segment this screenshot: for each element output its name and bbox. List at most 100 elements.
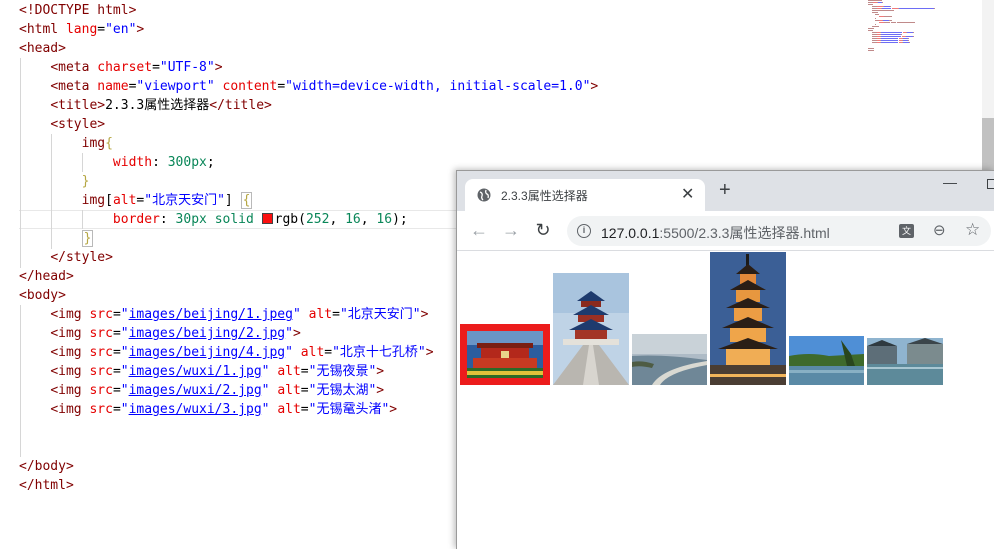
site-info-icon[interactable]: i bbox=[577, 224, 591, 238]
code-line[interactable]: border: 30px solid rgb(252, 16, 16); bbox=[19, 210, 408, 229]
reload-icon[interactable]: ↻ bbox=[531, 219, 555, 243]
code-line[interactable]: <title>2.3.3属性选择器</title> bbox=[19, 96, 272, 115]
code-token: "width=device-width, initial-scale=1.0" bbox=[285, 79, 591, 94]
minimap-stroke bbox=[899, 8, 934, 9]
code-token: 16 bbox=[376, 212, 393, 227]
code-token: " bbox=[120, 383, 129, 398]
code-line[interactable]: <body> bbox=[19, 286, 66, 305]
code-token: ] bbox=[224, 193, 241, 208]
minimap-stroke bbox=[868, 30, 873, 31]
code-token: > bbox=[376, 364, 385, 379]
code-line[interactable]: </html> bbox=[19, 476, 74, 495]
code-token: <html bbox=[19, 22, 66, 37]
code-line[interactable]: <img src="images/beijing/1.jpeg" alt="北京… bbox=[19, 305, 428, 324]
minimap-stroke bbox=[909, 42, 910, 43]
code-token: 252 bbox=[305, 212, 330, 227]
code-line[interactable]: img[alt="北京天安门"] { bbox=[19, 191, 253, 210]
code-line[interactable]: <meta name="viewport" content="width=dev… bbox=[19, 77, 598, 96]
code-token: = bbox=[112, 307, 121, 322]
forward-arrow-icon[interactable]: → bbox=[499, 219, 523, 243]
url-text[interactable]: 127.0.0.1:5500/2.3.3属性选择器.html bbox=[601, 223, 830, 243]
code-token: </body> bbox=[19, 459, 74, 474]
code-line[interactable]: <html lang="en"> bbox=[19, 20, 144, 39]
minimap[interactable] bbox=[866, 0, 982, 60]
code-line[interactable]: <img src="images/wuxi/1.jpg" alt="无锡夜景"> bbox=[19, 362, 384, 381]
code-token: 300px bbox=[167, 155, 207, 170]
zoom-out-icon[interactable]: ⊖ bbox=[933, 221, 946, 239]
code-line[interactable]: <meta charset="UTF-8"> bbox=[19, 58, 222, 77]
minimap-stroke bbox=[875, 18, 876, 19]
maximize-window-button[interactable] bbox=[987, 179, 994, 189]
code-token: alt bbox=[112, 193, 137, 208]
minimap-stroke bbox=[868, 50, 874, 51]
translate-icon[interactable]: 文 bbox=[899, 224, 914, 238]
minimap-stroke bbox=[872, 26, 879, 27]
code-token: <style> bbox=[50, 117, 106, 132]
code-line[interactable]: width: 300px; bbox=[19, 153, 215, 172]
code-token: = bbox=[300, 364, 309, 379]
temple-of-heaven-image bbox=[553, 273, 629, 385]
code-token: "北京天安门" bbox=[144, 193, 225, 208]
minimap-stroke bbox=[890, 6, 891, 7]
code-token: > bbox=[292, 326, 301, 341]
code-token: border bbox=[112, 212, 160, 227]
code-token: <img bbox=[50, 402, 90, 417]
editor-scrollbar-thumb[interactable] bbox=[982, 118, 994, 178]
code-token: src bbox=[89, 326, 113, 341]
code-token: <!DOCTYPE html> bbox=[19, 3, 137, 18]
bookmark-star-icon[interactable]: ☆ bbox=[965, 220, 980, 240]
minimap-stroke bbox=[882, 34, 900, 35]
code-token: = bbox=[112, 402, 121, 417]
code-token: <img bbox=[50, 307, 90, 322]
code-line[interactable]: } bbox=[19, 172, 90, 191]
code-token: <img bbox=[50, 383, 90, 398]
code-token: <title> bbox=[50, 98, 106, 113]
code-line[interactable]: <!DOCTYPE html> bbox=[19, 1, 136, 20]
minimize-window-button[interactable]: — bbox=[943, 174, 957, 190]
code-token: " bbox=[120, 402, 129, 417]
wuxi-night-pagoda-image bbox=[710, 252, 786, 385]
wuxi-taihu-lake-picture bbox=[789, 336, 864, 385]
code-line[interactable]: } bbox=[19, 229, 94, 248]
code-token: "viewport" bbox=[136, 79, 215, 94]
code-token: " bbox=[120, 326, 129, 341]
minimap-stroke bbox=[900, 36, 901, 37]
code-line[interactable]: img{ bbox=[19, 134, 113, 153]
code-token: name bbox=[97, 79, 129, 94]
seventeen-arch-bridge-picture bbox=[632, 334, 707, 385]
code-line[interactable]: <img src="images/wuxi/3.jpg" alt="无锡鼋头渚"… bbox=[19, 400, 397, 419]
address-bar[interactable]: i 127.0.0.1:5500/2.3.3属性选择器.html 文 ⊖ ☆ bbox=[567, 216, 991, 246]
code-line[interactable]: <img src="images/wuxi/2.jpg" alt="无锡太湖"> bbox=[19, 381, 384, 400]
close-tab-icon[interactable]: ✕ bbox=[681, 184, 694, 204]
code-token: images/beijing/1.jpeg bbox=[128, 307, 293, 322]
code-token: = bbox=[112, 383, 121, 398]
code-token: = bbox=[152, 60, 160, 75]
new-tab-button[interactable]: + bbox=[719, 180, 731, 200]
minimap-stroke bbox=[882, 32, 901, 33]
code-line[interactable]: <img src="images/beijing/4.jpg" alt="北京十… bbox=[19, 343, 433, 362]
code-line[interactable]: <style> bbox=[19, 115, 105, 134]
code-line[interactable]: </body> bbox=[19, 457, 74, 476]
code-line[interactable]: <img src="images/beijing/2.jpg"> bbox=[19, 324, 301, 343]
code-line[interactable]: </style> bbox=[19, 248, 113, 267]
code-line[interactable]: </head> bbox=[19, 267, 74, 286]
code-token: rgb( bbox=[274, 212, 306, 227]
browser-tab[interactable]: 2.3.3属性选择器 ✕ bbox=[465, 179, 705, 211]
code-line[interactable]: <head> bbox=[19, 39, 66, 58]
code-token: src bbox=[89, 383, 113, 398]
code-token: alt bbox=[277, 383, 301, 398]
wuxi-night-pagoda-picture bbox=[710, 252, 786, 385]
back-arrow-icon[interactable]: ← bbox=[467, 219, 491, 243]
code-token: charset bbox=[97, 60, 153, 75]
